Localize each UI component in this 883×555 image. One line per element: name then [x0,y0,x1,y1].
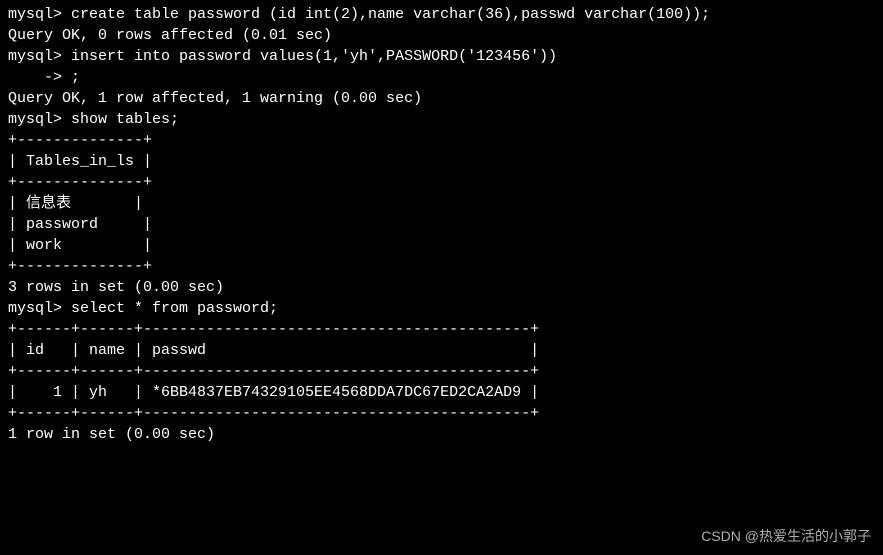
sql-command-line: mysql> create table password (id int(2),… [8,4,875,25]
table-border-line: +--------------+ [8,130,875,151]
table-row: | password | [8,214,875,235]
query-result-line: Query OK, 1 row affected, 1 warning (0.0… [8,88,875,109]
sql-continuation-line: -> ; [8,67,875,88]
sql-command-line: mysql> select * from password; [8,298,875,319]
table-border-line: +------+------+-------------------------… [8,361,875,382]
table-header-line: | id | name | passwd | [8,340,875,361]
table-header-line: | Tables_in_ls | [8,151,875,172]
query-result-line: 1 row in set (0.00 sec) [8,424,875,445]
query-result-line: 3 rows in set (0.00 sec) [8,277,875,298]
table-border-line: +--------------+ [8,172,875,193]
table-border-line: +------+------+-------------------------… [8,319,875,340]
sql-command-line: mysql> show tables; [8,109,875,130]
table-row: | 1 | yh | *6BB4837EB74329105EE4568DDA7D… [8,382,875,403]
sql-command-line: mysql> insert into password values(1,'yh… [8,46,875,67]
table-row: | 信息表 | [8,193,875,214]
terminal-output: mysql> create table password (id int(2),… [8,4,875,445]
watermark-text: CSDN @热爱生活的小郭子 [701,527,871,547]
table-border-line: +------+------+-------------------------… [8,403,875,424]
table-row: | work | [8,235,875,256]
table-border-line: +--------------+ [8,256,875,277]
query-result-line: Query OK, 0 rows affected (0.01 sec) [8,25,875,46]
